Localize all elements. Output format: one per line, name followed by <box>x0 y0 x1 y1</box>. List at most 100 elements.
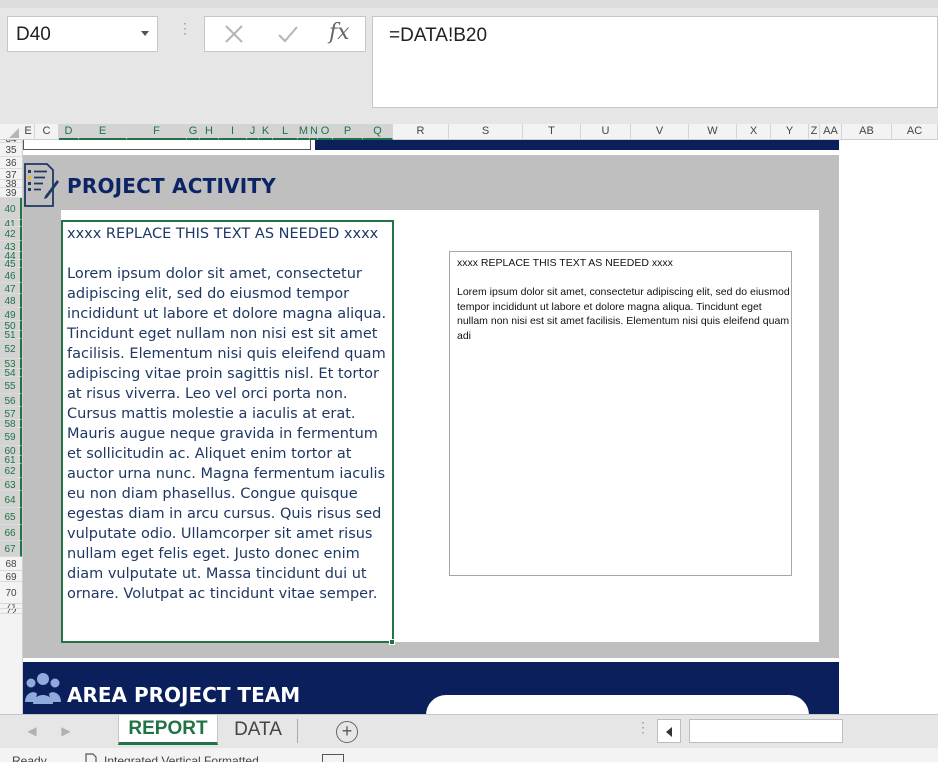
row-header[interactable]: 36 <box>0 157 22 169</box>
row-header[interactable]: 64 <box>0 491 22 508</box>
scroll-tabs-right-icon[interactable]: ▶ <box>58 723 74 739</box>
row-header[interactable]: 38 <box>0 180 22 188</box>
column-header[interactable]: Z <box>809 124 820 140</box>
row-header[interactable]: 67 <box>0 541 22 557</box>
formula-buttons: fx <box>204 16 366 52</box>
row-header[interactable]: 69 <box>0 571 22 582</box>
select-all-button[interactable] <box>0 124 22 140</box>
column-header[interactable]: V <box>631 124 689 140</box>
column-header[interactable]: R <box>393 124 449 140</box>
previous-section-box <box>23 140 311 150</box>
text-box-body: Lorem ipsum dolor sit amet, consectetur … <box>457 286 790 342</box>
document-edit-icon <box>24 163 59 207</box>
column-header[interactable]: T <box>523 124 581 140</box>
column-header[interactable]: P <box>333 124 363 140</box>
column-header[interactable]: J <box>247 124 259 140</box>
row-header[interactable]: 41 <box>0 220 22 227</box>
row-header[interactable]: 49 <box>0 308 22 321</box>
row-header[interactable]: 43 <box>0 241 22 252</box>
tab-split-handle-icon[interactable]: ⋮ <box>636 720 650 742</box>
scroll-tabs-left-icon[interactable]: ◀ <box>24 723 40 739</box>
text-box-shape[interactable]: xxxx REPLACE THIS TEXT AS NEEDED xxxx Lo… <box>449 251 792 576</box>
column-header[interactable]: K <box>259 124 273 140</box>
horizontal-scrollbar[interactable] <box>689 719 843 743</box>
row-header[interactable]: 42 <box>0 227 22 241</box>
tab-divider <box>297 719 298 743</box>
column-header[interactable]: O <box>318 124 333 140</box>
row-header[interactable]: 56 <box>0 394 22 407</box>
column-header[interactable]: N <box>310 124 318 140</box>
row-header[interactable]: 53 <box>0 359 22 369</box>
column-header[interactable]: W <box>689 124 737 140</box>
row-header[interactable]: 63 <box>0 478 22 491</box>
row-header[interactable]: 65 <box>0 508 22 525</box>
column-header[interactable]: I <box>219 124 247 140</box>
row-header[interactable]: 72 <box>0 609 22 614</box>
drag-handle-icon[interactable]: ⋮ <box>178 21 192 43</box>
column-header[interactable]: S <box>449 124 523 140</box>
column-header[interactable]: D <box>59 124 79 140</box>
fill-handle[interactable] <box>389 639 395 645</box>
column-header[interactable]: AC <box>892 124 938 140</box>
row-header[interactable]: 58 <box>0 420 22 428</box>
insert-function-icon[interactable]: fx <box>329 20 350 45</box>
formula-bar-area: D40 ⋮ fx =DATA!B20 <box>0 0 938 124</box>
tab-report[interactable]: REPORT <box>118 715 218 745</box>
column-header[interactable]: E <box>79 124 127 140</box>
row-header[interactable]: 54 <box>0 369 22 377</box>
cancel-icon[interactable] <box>223 23 245 45</box>
section-title-project-activity: PROJECT ACTIVITY <box>67 174 276 198</box>
column-header[interactable]: H <box>200 124 219 140</box>
row-header[interactable]: 50 <box>0 321 22 331</box>
row-header[interactable]: 35 <box>0 143 22 157</box>
row-header[interactable]: 66 <box>0 525 22 541</box>
column-header[interactable]: M <box>298 124 310 140</box>
triangle-left-icon <box>666 727 672 737</box>
row-header[interactable]: 60 <box>0 446 22 456</box>
new-sheet-button[interactable]: + <box>336 721 358 743</box>
cell-heading-text: xxxx REPLACE THIS TEXT AS NEEDED xxxx <box>67 226 379 242</box>
ribbon-edge <box>0 0 938 8</box>
column-header[interactable]: AA <box>820 124 842 140</box>
horizontal-scroll-left-button[interactable] <box>657 719 681 743</box>
column-header[interactable]: U <box>581 124 631 140</box>
chevron-down-icon[interactable] <box>141 31 149 36</box>
team-people-icon <box>25 673 61 704</box>
normal-view-icon[interactable] <box>322 754 344 762</box>
row-header[interactable]: 48 <box>0 294 22 308</box>
row-header[interactable]: 47 <box>0 283 22 294</box>
column-header[interactable]: X <box>737 124 771 140</box>
column-header[interactable]: C <box>35 124 59 140</box>
row-header[interactable]: 52 <box>0 339 22 359</box>
column-header[interactable]: Y <box>771 124 809 140</box>
column-header[interactable]: E <box>22 124 35 140</box>
row-header[interactable]: 37 <box>0 169 22 180</box>
checkmark-icon[interactable] <box>277 23 299 45</box>
row-header[interactable]: 45 <box>0 260 22 268</box>
row-header[interactable]: 40 <box>0 198 22 220</box>
row-header[interactable]: 70 <box>0 582 22 604</box>
row-header[interactable]: 61 <box>0 456 22 464</box>
column-header[interactable]: L <box>273 124 298 140</box>
column-header[interactable]: AB <box>842 124 892 140</box>
selected-merged-cell-d40[interactable]: xxxx REPLACE THIS TEXT AS NEEDED xxxx Lo… <box>61 220 394 643</box>
row-header[interactable]: 51 <box>0 331 22 339</box>
row-header[interactable]: 57 <box>0 407 22 420</box>
tab-data[interactable]: DATA <box>222 715 294 745</box>
column-header[interactable]: G <box>187 124 200 140</box>
row-header[interactable]: 39 <box>0 188 22 198</box>
row-header[interactable]: 44 <box>0 252 22 260</box>
worksheet-grid[interactable]: PROJECT ACTIVITY xxxx REPLACE THIS TEXT … <box>23 140 938 714</box>
row-header[interactable]: 62 <box>0 464 22 478</box>
sheet-tab-bar: ◀ ▶ REPORT DATA + ⋮ <box>0 714 938 748</box>
column-header[interactable]: Q <box>363 124 393 140</box>
row-header[interactable]: 55 <box>0 377 22 394</box>
formula-input[interactable]: =DATA!B20 <box>372 16 938 108</box>
row-header[interactable]: 46 <box>0 268 22 283</box>
row-header[interactable]: 59 <box>0 428 22 446</box>
status-info: Integrated Vertical Formatted <box>104 754 259 762</box>
team-panel <box>426 695 809 714</box>
name-box[interactable]: D40 <box>7 16 158 52</box>
column-header[interactable]: F <box>127 124 187 140</box>
row-header[interactable]: 68 <box>0 557 22 571</box>
